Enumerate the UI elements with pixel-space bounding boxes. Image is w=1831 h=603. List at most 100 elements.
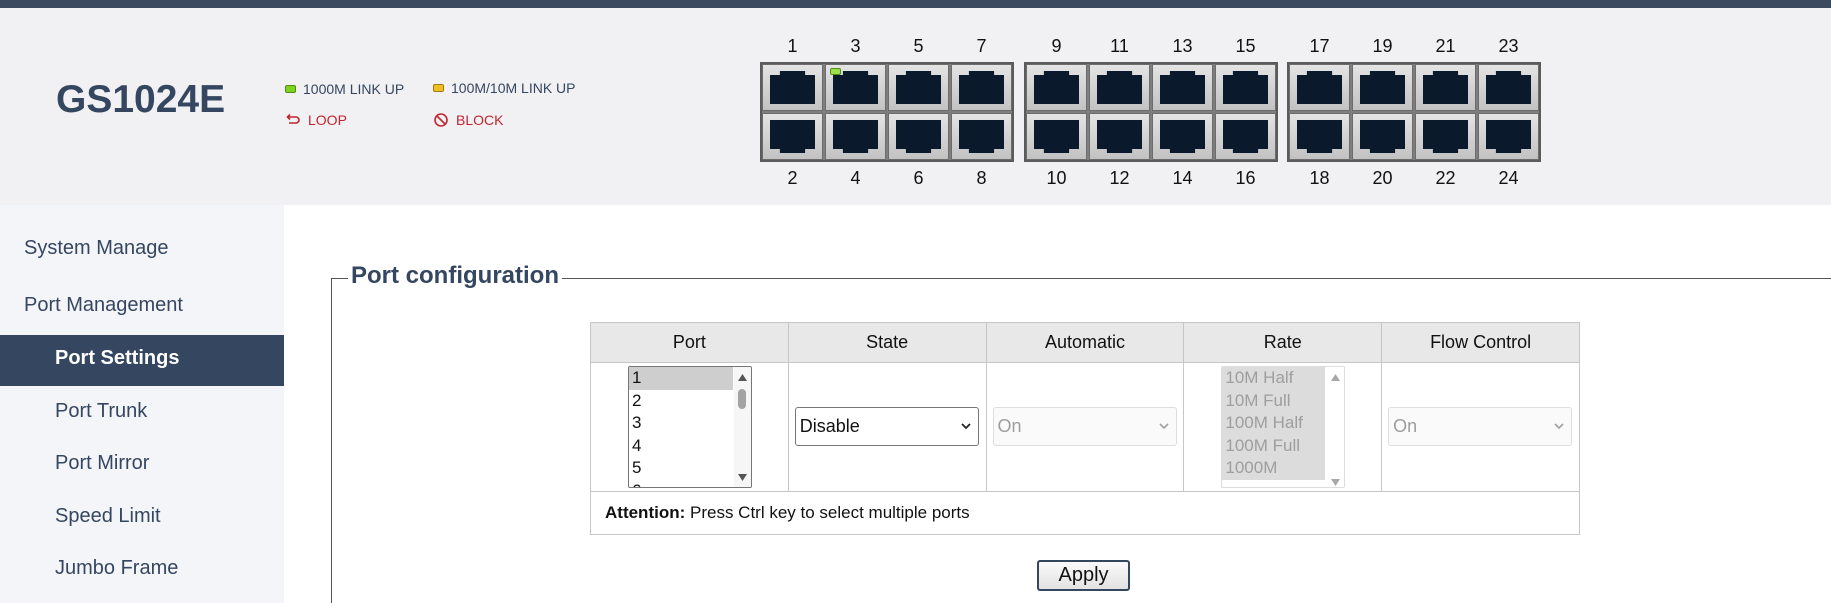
port-20[interactable] — [1352, 113, 1413, 160]
port-22[interactable] — [1415, 113, 1476, 160]
port-option[interactable]: 1 — [629, 367, 733, 390]
nav-port-management[interactable]: Port Management — [24, 294, 183, 317]
rj45-jack-icon — [1423, 120, 1468, 153]
port-option[interactable]: 5 — [629, 457, 733, 480]
rj45-jack-icon — [770, 71, 815, 104]
chevron-down-icon — [961, 423, 971, 430]
main-content: Port configuration Port State Automatic … — [284, 205, 1831, 603]
port-config-table: Port State Automatic Rate Flow Control 1… — [590, 322, 1580, 535]
port-23[interactable] — [1478, 64, 1539, 111]
header-automatic: Automatic — [985, 322, 1185, 363]
port-24[interactable] — [1478, 113, 1539, 160]
port-19[interactable] — [1352, 64, 1413, 111]
port-number-label: 3 — [850, 36, 861, 56]
header-rate: Rate — [1183, 322, 1383, 363]
port-option[interactable]: 3 — [629, 412, 733, 435]
rj45-jack-icon — [896, 71, 941, 104]
port-group — [760, 62, 1014, 162]
port-listbox[interactable]: 1 2 3 4 5 6 — [628, 366, 752, 488]
port-number-label: 13 — [1172, 36, 1193, 56]
port-number-label: 16 — [1235, 168, 1256, 188]
port-number-label: 19 — [1372, 36, 1393, 56]
port-5[interactable] — [888, 64, 949, 111]
port-number-label: 24 — [1498, 168, 1519, 188]
green-led-icon — [285, 85, 296, 93]
apply-button[interactable]: Apply — [1037, 560, 1130, 591]
port-13[interactable] — [1152, 64, 1213, 111]
rj45-jack-icon — [1097, 120, 1142, 153]
state-select[interactable]: Disable — [794, 407, 979, 446]
rj45-jack-icon — [1297, 120, 1342, 153]
port-11[interactable] — [1089, 64, 1150, 111]
port-4[interactable] — [825, 113, 886, 160]
legend-loop: LOOP — [285, 112, 347, 128]
nav-port-settings[interactable]: Port Settings — [0, 335, 284, 386]
port-9[interactable] — [1026, 64, 1087, 111]
port-cell: 1 2 3 4 5 6 — [590, 362, 789, 492]
page-title: Port configuration — [348, 262, 562, 290]
nav-system-manage[interactable]: System Manage — [24, 237, 169, 260]
port-number-label: 20 — [1372, 168, 1393, 188]
nav-port-mirror[interactable]: Port Mirror — [55, 452, 149, 475]
port-number-label: 7 — [976, 36, 987, 56]
port-21[interactable] — [1415, 64, 1476, 111]
port-10[interactable] — [1026, 113, 1087, 160]
port-number-label: 21 — [1435, 36, 1456, 56]
rj45-jack-icon — [1486, 120, 1531, 153]
device-model: GS1024E — [56, 78, 226, 121]
nav-port-trunk[interactable]: Port Trunk — [55, 400, 147, 423]
rate-option: 10M Full — [1222, 389, 1326, 412]
rj45-jack-icon — [1097, 71, 1142, 104]
rj45-jack-icon — [770, 120, 815, 153]
port-number-label: 18 — [1309, 168, 1330, 188]
legend-100m-10m: 100M/10M LINK UP — [433, 80, 576, 96]
flow-control-cell: On — [1381, 362, 1580, 492]
port-3[interactable] — [825, 64, 886, 111]
port-number-label: 10 — [1046, 168, 1067, 188]
rj45-jack-icon — [833, 120, 878, 153]
rj45-jack-icon — [959, 120, 1004, 153]
rj45-jack-icon — [1223, 71, 1268, 104]
nav-jumbo-frame[interactable]: Jumbo Frame — [55, 557, 178, 580]
port-17[interactable] — [1289, 64, 1350, 111]
top-bar — [0, 0, 1831, 8]
rj45-jack-icon — [1160, 120, 1205, 153]
port-option[interactable]: 2 — [629, 390, 733, 413]
port-16[interactable] — [1215, 113, 1276, 160]
chevron-down-icon — [1554, 423, 1564, 430]
port-number-label: 6 — [913, 168, 924, 188]
port-8[interactable] — [951, 113, 1012, 160]
port-1[interactable] — [762, 64, 823, 111]
rj45-jack-icon — [1360, 120, 1405, 153]
rate-option: 10M Half — [1222, 367, 1326, 390]
link-led-icon — [830, 68, 841, 75]
rj45-jack-icon — [1297, 71, 1342, 104]
rj45-jack-icon — [1034, 120, 1079, 153]
automatic-cell: On — [985, 362, 1185, 492]
nav-speed-limit[interactable]: Speed Limit — [55, 505, 161, 528]
port-12[interactable] — [1089, 113, 1150, 160]
scroll-arrows-icon — [1331, 374, 1341, 486]
port-option[interactable]: 6 — [629, 480, 733, 488]
port-option[interactable]: 4 — [629, 435, 733, 458]
rj45-jack-icon — [1160, 71, 1205, 104]
rj45-jack-icon — [833, 71, 878, 104]
port-group — [1287, 62, 1541, 162]
port-7[interactable] — [951, 64, 1012, 111]
port-list-scrollbar[interactable] — [734, 367, 751, 487]
scrollbar-thumb[interactable] — [738, 389, 746, 409]
flow-control-select: On — [1388, 407, 1573, 446]
rj45-jack-icon — [1360, 71, 1405, 104]
port-15[interactable] — [1215, 64, 1276, 111]
port-number-label: 22 — [1435, 168, 1456, 188]
port-18[interactable] — [1289, 113, 1350, 160]
port-number-label: 1 — [787, 36, 798, 56]
rj45-jack-icon — [959, 71, 1004, 104]
chevron-down-icon — [1158, 423, 1169, 430]
port-number-label: 11 — [1110, 36, 1129, 56]
port-14[interactable] — [1152, 113, 1213, 160]
automatic-select: On — [992, 407, 1177, 446]
port-2[interactable] — [762, 113, 823, 160]
port-6[interactable] — [888, 113, 949, 160]
loop-icon — [286, 113, 300, 124]
